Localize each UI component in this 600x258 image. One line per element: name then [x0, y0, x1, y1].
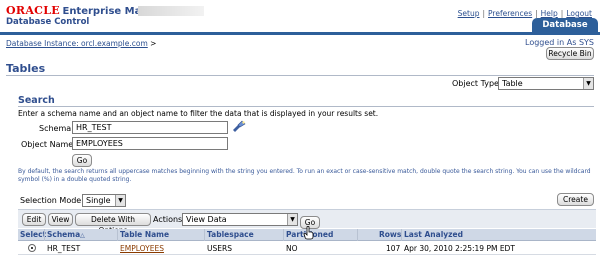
- object-type-label: Object Type: [452, 79, 499, 88]
- search-go-button[interactable]: Go: [72, 154, 92, 167]
- actions-value: View Data: [186, 215, 227, 224]
- sort-ascending-icon: △: [80, 232, 85, 239]
- table-row[interactable]: HR_TEST EMPLOYEES USERS NO 107 Apr 30, 2…: [18, 241, 596, 255]
- hand-cursor-icon: [303, 226, 314, 240]
- row-select-radio[interactable]: [28, 244, 36, 252]
- column-header-last-analyzed[interactable]: Last Analyzed: [404, 230, 463, 239]
- breadcrumb-separator: >: [150, 39, 157, 48]
- column-header-rows[interactable]: Rows: [379, 230, 401, 239]
- selection-mode-value: Single: [86, 196, 111, 205]
- chevron-down-icon: ▼: [287, 214, 297, 225]
- view-button[interactable]: View: [48, 213, 73, 226]
- object-name-input[interactable]: EMPLOYEES: [72, 137, 228, 150]
- top-bar: ORACLE Enterprise Manager 11g Database C…: [0, 0, 600, 34]
- help-link[interactable]: Help: [541, 9, 558, 18]
- preferences-link[interactable]: Preferences: [488, 9, 532, 18]
- oracle-wordmark: ORACLE: [6, 4, 60, 17]
- breadcrumb-database-instance-link[interactable]: Database Instance: orcl.example.com: [6, 39, 148, 48]
- page-title: Tables: [6, 62, 46, 75]
- cell-rows: 107: [386, 244, 401, 253]
- cell-table-name-link[interactable]: EMPLOYEES: [120, 244, 164, 253]
- selection-mode-label: Selection Mode: [20, 196, 82, 205]
- selection-mode-select[interactable]: Single ▼: [82, 194, 126, 207]
- column-header-table-name[interactable]: Table Name: [120, 230, 169, 239]
- column-header-schema[interactable]: Schema△: [47, 230, 85, 239]
- actions-select[interactable]: View Data ▼: [182, 213, 298, 226]
- search-heading: Search: [18, 95, 55, 106]
- breadcrumb: Database Instance: orcl.example.com >: [6, 39, 156, 48]
- header-underline: [0, 32, 600, 35]
- object-name-label: Object Name: [21, 140, 74, 149]
- cell-tablespace: USERS: [207, 244, 232, 253]
- cell-schema: HR_TEST: [47, 244, 81, 253]
- recycle-bin-button[interactable]: Recycle Bin: [546, 47, 594, 60]
- schema-label: Schema: [39, 124, 72, 133]
- column-header-tablespace[interactable]: Tablespace: [207, 230, 254, 239]
- title-divider: [6, 75, 594, 76]
- logged-in-status: Logged in As SYS: [525, 38, 594, 47]
- setup-link[interactable]: Setup: [458, 9, 480, 18]
- header-gradient-decoration: [138, 6, 204, 16]
- cell-partitioned: NO: [286, 244, 298, 253]
- create-button[interactable]: Create: [557, 193, 594, 206]
- object-type-select[interactable]: Table ▼: [498, 77, 594, 90]
- global-links: Setup | Preferences | Help | Logout: [457, 9, 592, 18]
- chevron-down-icon: ▼: [583, 78, 593, 89]
- search-lookup-icon[interactable]: [232, 120, 246, 132]
- logout-link[interactable]: Logout: [566, 9, 592, 18]
- column-header-select: Select: [20, 230, 47, 239]
- tab-database[interactable]: Database: [532, 18, 598, 32]
- cell-last-analyzed: Apr 30, 2010 2:25:19 PM EDT: [404, 244, 515, 253]
- search-description: Enter a schema name and an object name t…: [18, 109, 379, 118]
- search-hint: By default, the search returns all upper…: [18, 168, 591, 183]
- schema-input[interactable]: HR_TEST: [72, 121, 228, 134]
- actions-label: Actions: [153, 215, 183, 224]
- product-subtitle: Database Control: [6, 17, 90, 27]
- object-type-value: Table: [502, 79, 523, 88]
- delete-with-options-button[interactable]: Delete With Options: [75, 213, 151, 235]
- edit-button[interactable]: Edit: [22, 213, 46, 226]
- search-divider: [18, 106, 594, 107]
- chevron-down-icon: ▼: [115, 195, 125, 206]
